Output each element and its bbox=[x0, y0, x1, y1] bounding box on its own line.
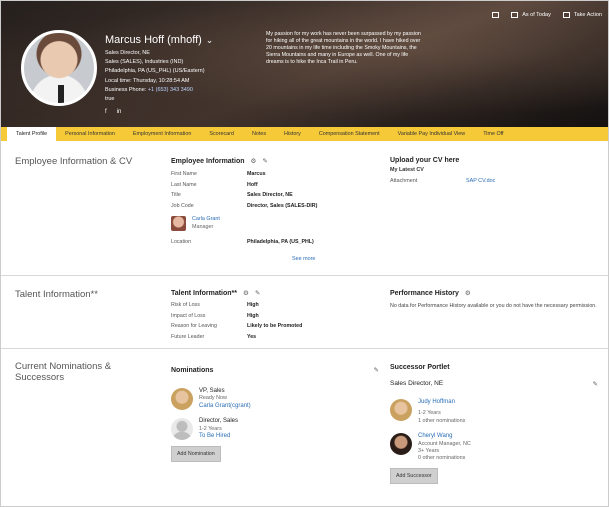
manager-name-link[interactable]: Carla Grant bbox=[192, 216, 220, 224]
nominee-photo bbox=[171, 388, 193, 410]
facebook-icon[interactable]: f bbox=[105, 109, 107, 115]
detail-local-time: Local time: Thursday, 10:28:54 AM bbox=[105, 77, 190, 84]
successor-portlet: Successor Portlet Sales Director, NE ✎ J… bbox=[390, 364, 598, 484]
nominations-card: Nominations ✎ VP, Sales Ready Now Carla … bbox=[171, 366, 379, 463]
edit-icon[interactable]: ✎ bbox=[262, 157, 267, 165]
successor-item: Judy Hoffman 1-2 Years 1 other nominatio… bbox=[390, 399, 598, 425]
successor-photo bbox=[390, 433, 412, 456]
employee-details: Sales Director, NE Sales (SALES), Indust… bbox=[105, 49, 205, 104]
detail-extra: true bbox=[105, 96, 115, 103]
see-more-link[interactable]: See more bbox=[171, 256, 371, 262]
nomination-readiness: Ready Now bbox=[199, 395, 227, 402]
successor-position: Sales Director, NE bbox=[390, 380, 444, 387]
video-icon[interactable] bbox=[492, 12, 500, 18]
tab-time-off[interactable]: Time Off bbox=[474, 127, 512, 141]
employee-info-card: Employee Information ⚙ ✎ First Name Marcu… bbox=[171, 157, 371, 262]
add-nomination-button[interactable]: Add Nomination bbox=[171, 446, 221, 463]
talent-profile-page: Marcus Hoff (mhoff) ⌄ Sales Director, NE … bbox=[0, 0, 609, 507]
talent-info-card: Talent Information** ⚙ ✎ Risk of Loss Hig… bbox=[171, 289, 371, 342]
field-risk-of-loss: Risk of Loss High bbox=[171, 302, 259, 308]
field-title: Title Sales Director, NE bbox=[171, 192, 293, 199]
tab-personal-information[interactable]: Personal Information bbox=[56, 127, 124, 141]
edit-icon[interactable]: ✎ bbox=[255, 289, 260, 297]
as-of-today-button[interactable]: As of Today bbox=[511, 12, 551, 18]
employee-info-title: Employee Information bbox=[171, 157, 245, 165]
settings-icon[interactable]: ⚙ bbox=[243, 289, 249, 297]
edit-icon[interactable]: ✎ bbox=[593, 380, 598, 388]
nominations-title: Nominations bbox=[171, 366, 214, 374]
field-first-name: First Name Marcus bbox=[171, 171, 266, 177]
manager-photo bbox=[171, 216, 186, 232]
field-future-leader: Future Leader Yes bbox=[171, 333, 257, 340]
action-icon bbox=[562, 12, 570, 18]
field-reason-for-leaving: Reason for Leaving Likely to be Promoted bbox=[171, 323, 303, 330]
manager-role: Manager bbox=[192, 223, 214, 230]
performance-history-message: No data for Performance History availabl… bbox=[390, 303, 597, 309]
talent-info-section: Talent Information** Talent Information*… bbox=[1, 277, 608, 349]
edit-icon[interactable]: ✎ bbox=[374, 366, 379, 374]
nominee-link[interactable]: Carla Grant(cgrant) bbox=[199, 403, 251, 410]
add-successor-button[interactable]: Add Successor bbox=[390, 467, 438, 484]
field-location: Location Philadelphia, PA (US_PHL) bbox=[171, 239, 314, 246]
take-action-button[interactable]: Take Action bbox=[562, 12, 602, 18]
tab-compensation-statement[interactable]: Compensation Statement bbox=[310, 127, 389, 141]
detail-phone: Business Phone: +1 (653) 343 3490 bbox=[105, 86, 193, 93]
profile-tabs: Talent Profile Personal Information Empl… bbox=[1, 127, 608, 141]
nomination-readiness: 1-2 Years bbox=[199, 425, 222, 432]
calendar-icon bbox=[511, 12, 519, 18]
employee-name-dropdown[interactable]: Marcus Hoff (mhoff) ⌄ bbox=[105, 34, 213, 46]
tab-variable-pay[interactable]: Variable Pay Individual View bbox=[389, 127, 475, 141]
performance-history-title: Performance History bbox=[390, 289, 459, 297]
employee-info-section: Employee Information & CV Employee Infor… bbox=[1, 141, 608, 276]
profile-header: Marcus Hoff (mhoff) ⌄ Sales Director, NE … bbox=[1, 1, 608, 127]
field-impact-of-loss: Impact of Loss High bbox=[171, 312, 259, 319]
successor-photo bbox=[390, 399, 412, 421]
tab-history[interactable]: History bbox=[275, 127, 310, 141]
cv-attachment: Attachment SAP CV.doc bbox=[390, 178, 496, 184]
tab-talent-profile[interactable]: Talent Profile bbox=[7, 127, 57, 141]
nomination-position: Director, Sales bbox=[199, 418, 239, 425]
successor-name-link[interactable]: Judy Hoffman bbox=[418, 399, 465, 406]
section-title-talent: Talent Information** bbox=[15, 289, 98, 300]
employee-name: Marcus Hoff (mhoff) bbox=[105, 34, 202, 46]
phone-link[interactable]: +1 (653) 343 3490 bbox=[148, 87, 193, 93]
performance-history-card: Performance History ⚙ No data for Perfor… bbox=[390, 289, 600, 310]
social-links: f in bbox=[105, 109, 121, 115]
chevron-down-icon: ⌄ bbox=[205, 35, 214, 45]
employee-bio: My passion for my work has never been su… bbox=[266, 31, 421, 65]
employee-avatar bbox=[21, 30, 97, 106]
cv-title: Upload your CV here bbox=[390, 157, 460, 164]
placeholder-person-icon bbox=[171, 418, 193, 441]
detail-location: Philadelphia, PA (US_PHL) (US/Eastern) bbox=[105, 68, 205, 75]
tab-employment-information[interactable]: Employment Information bbox=[124, 127, 200, 141]
tab-scorecard[interactable]: Scorecard bbox=[200, 127, 243, 141]
detail-title: Sales Director, NE bbox=[105, 50, 150, 56]
talent-info-title: Talent Information** bbox=[171, 289, 237, 297]
nominee-link[interactable]: To Be Hired bbox=[199, 433, 238, 440]
successor-portlet-title: Successor Portlet bbox=[390, 364, 450, 371]
nomination-position: VP, Sales bbox=[199, 388, 225, 394]
cv-file-link[interactable]: SAP CV.doc bbox=[466, 178, 495, 184]
manager-card: Carla Grant Manager bbox=[171, 216, 371, 232]
settings-icon[interactable]: ⚙ bbox=[251, 157, 257, 165]
field-job-code: Job Code Director, Sales (SALES-DIR) bbox=[171, 202, 318, 209]
tab-notes[interactable]: Notes bbox=[243, 127, 275, 141]
nomination-item: VP, Sales Ready Now Carla Grant(cgrant) bbox=[171, 388, 379, 410]
cv-subtitle: My Latest CV bbox=[390, 167, 424, 173]
nomination-item: Director, Sales 1-2 Years To Be Hired bbox=[171, 418, 379, 441]
section-title-employee: Employee Information & CV bbox=[15, 156, 133, 167]
section-title-nominations: Current Nominations & Successors bbox=[15, 361, 112, 383]
field-last-name: Last Name Hoff bbox=[171, 181, 258, 188]
cv-card: Upload your CV here My Latest CV Attachm… bbox=[390, 157, 590, 184]
successor-item: Cheryl Wang Account Manager, NC 3+ Years… bbox=[390, 433, 598, 463]
header-actions: As of Today Take Action bbox=[492, 12, 602, 18]
detail-department: Sales (SALES), Industries (IND) bbox=[105, 59, 184, 66]
nominations-section: Current Nominations & Successors Nominat… bbox=[1, 350, 608, 506]
linkedin-icon[interactable]: in bbox=[117, 109, 122, 115]
successor-name-link[interactable]: Cheryl Wang bbox=[418, 433, 471, 440]
settings-icon[interactable]: ⚙ bbox=[465, 289, 471, 297]
